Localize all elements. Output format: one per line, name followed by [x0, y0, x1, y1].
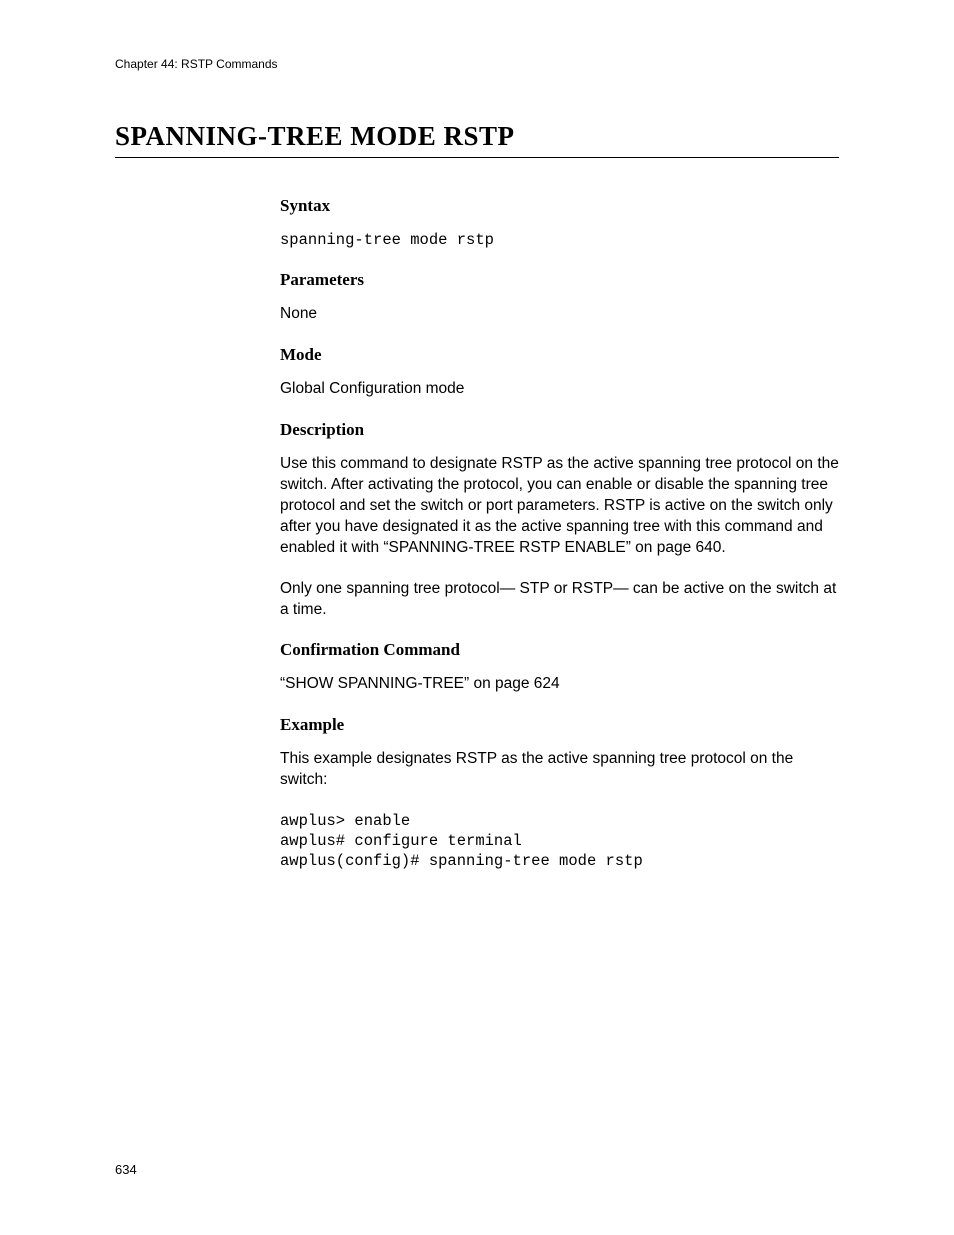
confirmation-heading: Confirmation Command: [280, 640, 839, 660]
page-number: 634: [115, 1162, 137, 1177]
page-title: SPANNING-TREE MODE RSTP: [115, 121, 839, 158]
mode-heading: Mode: [280, 345, 839, 365]
description-para1: Use this command to designate RSTP as th…: [280, 454, 839, 559]
confirmation-text: “SHOW SPANNING-TREE” on page 624: [280, 674, 839, 695]
example-heading: Example: [280, 715, 839, 735]
description-heading: Description: [280, 420, 839, 440]
parameters-text: None: [280, 304, 839, 325]
example-intro: This example designates RSTP as the acti…: [280, 749, 839, 791]
syntax-heading: Syntax: [280, 196, 839, 216]
mode-text: Global Configuration mode: [280, 379, 839, 400]
page-container: Chapter 44: RSTP Commands SPANNING-TREE …: [0, 0, 954, 872]
description-para2: Only one spanning tree protocol— STP or …: [280, 579, 839, 621]
syntax-code: spanning-tree mode rstp: [280, 230, 839, 250]
chapter-header: Chapter 44: RSTP Commands: [115, 57, 839, 71]
content-block: Syntax spanning-tree mode rstp Parameter…: [280, 196, 839, 872]
parameters-heading: Parameters: [280, 270, 839, 290]
example-code: awplus> enable awplus# configure termina…: [280, 811, 839, 871]
